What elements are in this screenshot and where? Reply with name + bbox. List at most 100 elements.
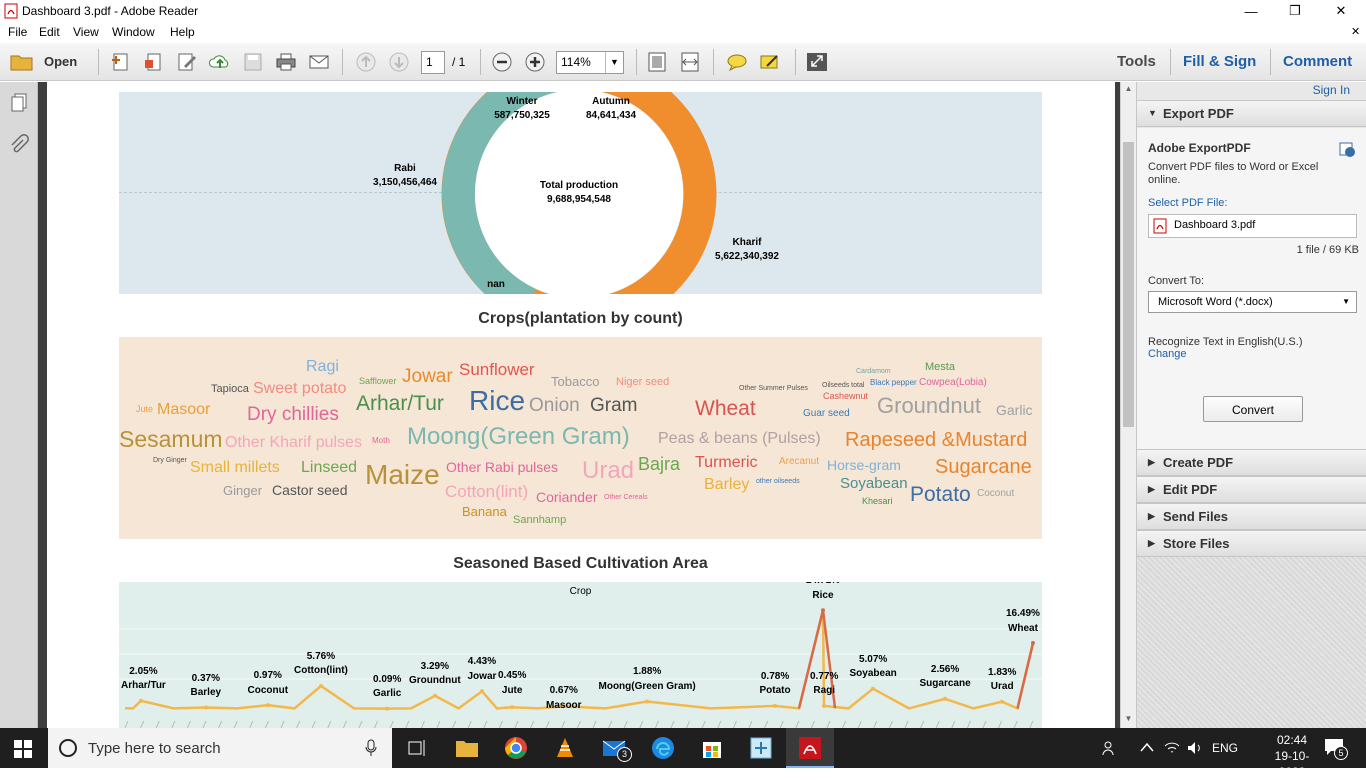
x-tick [842,720,847,728]
snipping-tool-icon[interactable] [749,736,773,760]
x-tick [561,720,566,728]
x-tick [795,720,800,728]
notifications-button[interactable]: 5 [1324,738,1348,760]
windows-start-icon[interactable] [14,740,32,758]
clock[interactable]: 02:44 19-10-2023 [1262,732,1322,780]
zoom-select[interactable]: 114% ▼ [556,51,624,74]
close-button[interactable]: ✕ [1318,0,1364,22]
fit-page-icon[interactable] [646,52,668,72]
pdf-file-icon [4,3,18,19]
edit-pdf-header[interactable]: ▶ Edit PDF [1137,476,1366,503]
tools-button[interactable]: Tools [1117,53,1156,70]
chevron-up-icon[interactable] [1140,742,1154,752]
edit-document-icon[interactable] [176,52,198,72]
chevron-down-icon[interactable]: ▼ [605,52,623,73]
sticky-note-icon[interactable] [726,52,748,72]
convert-button[interactable]: Convert [1203,396,1303,422]
format-select[interactable]: Microsoft Word (*.docx) ▼ [1148,291,1357,313]
chevron-down-icon[interactable]: ▼ [1342,297,1350,306]
create-pdf-header[interactable]: ▶ Create PDF [1137,449,1366,476]
expand-icon[interactable] [806,52,828,72]
attachments-icon[interactable] [9,134,29,156]
comment-button[interactable]: Comment [1283,53,1352,70]
page-number-input[interactable]: 1 [421,51,445,74]
taskbar-search[interactable]: Type here to search [48,728,392,768]
word-cloud-word: Other Cereals [604,494,648,501]
x-tick [233,720,238,728]
folder-icon [10,55,33,71]
x-tick [483,720,488,728]
menu-help[interactable]: Help [170,25,195,39]
word-cloud-word: Sweet potato [253,380,347,397]
word-cloud-word: Castor seed [272,482,348,498]
mail-app[interactable]: 3 [602,736,632,762]
page-thumbnails-icon[interactable] [9,92,29,112]
scroll-down-icon[interactable]: ▼ [1122,714,1135,723]
edge-icon[interactable] [651,736,675,760]
store-icon[interactable] [700,736,724,760]
fit-width-icon[interactable] [679,52,701,72]
fill-sign-button[interactable]: Fill & Sign [1183,53,1256,70]
restore-button[interactable]: ❐ [1272,0,1318,22]
save-icon[interactable] [242,52,264,72]
data-label: 16.49% Wheat [1006,608,1040,634]
data-point [822,703,826,708]
print-icon[interactable] [275,52,297,72]
menu-file[interactable]: File [8,25,27,39]
email-icon[interactable] [308,52,330,72]
zoom-in-icon[interactable] [524,52,546,72]
word-cloud-word: Potato [910,483,971,506]
people-icon[interactable] [1101,739,1119,757]
next-page-icon[interactable] [388,52,410,72]
vertical-scrollbar[interactable]: ▲ ▼ [1120,82,1136,728]
x-tick [748,720,753,728]
x-tick [810,720,815,728]
previous-page-icon[interactable] [355,52,377,72]
word-cloud-word: Arhar/Tur [356,392,444,415]
data-label: 0.78% Potato [759,670,791,697]
x-tick [186,720,191,728]
wifi-icon[interactable] [1163,740,1181,756]
adobe-reader-taskbar-item[interactable] [786,728,834,768]
x-tick [966,720,971,728]
zoom-out-icon[interactable] [491,52,513,72]
volume-icon[interactable] [1186,740,1204,756]
kharif-label: Kharif 5,622,340,392 [715,237,779,262]
sign-in-link[interactable]: Sign In [1313,83,1350,97]
x-tick [327,720,332,728]
word-cloud-word: Maize [365,459,440,490]
scroll-up-icon[interactable]: ▲ [1122,84,1135,93]
menu-view[interactable]: View [73,25,99,39]
export-pdf-body: Adobe ExportPDF Convert PDF files to Wor… [1137,128,1366,458]
send-files-header[interactable]: ▶ Send Files [1137,503,1366,530]
file-explorer-icon[interactable] [455,736,479,760]
chrome-icon[interactable] [504,736,528,760]
highlight-icon[interactable] [759,52,781,72]
menu-edit[interactable]: Edit [39,25,60,39]
vlc-icon[interactable] [553,736,577,760]
word-cloud-word: Onion [529,395,580,416]
x-tick [592,720,597,728]
store-files-header[interactable]: ▶ Store Files [1137,530,1366,557]
open-button[interactable]: Open [10,51,90,73]
change-language-link[interactable]: Change [1148,348,1187,360]
language-indicator[interactable]: ENG [1212,741,1238,755]
toolbar-separator [636,49,637,75]
task-view-icon[interactable] [405,736,429,760]
export-info-icon[interactable] [1338,140,1356,158]
close-document-icon[interactable]: ✕ [1351,25,1360,38]
create-pdf-icon[interactable] [110,52,132,72]
export-pdf-header[interactable]: ▼ Export PDF [1137,100,1366,127]
microphone-icon[interactable] [364,739,378,757]
x-tick [280,720,285,728]
selected-file-field[interactable]: Dashboard 3.pdf [1148,214,1357,238]
scrollbar-thumb[interactable] [1123,142,1134,427]
data-point [871,686,875,691]
word-cloud-word: Coconut [977,488,1015,499]
combine-files-icon[interactable] [143,52,165,72]
data-point [319,684,323,688]
cloud-upload-icon[interactable] [209,52,231,72]
data-point [385,706,389,711]
minimize-button[interactable]: — [1228,0,1274,22]
menu-window[interactable]: Window [112,25,155,39]
